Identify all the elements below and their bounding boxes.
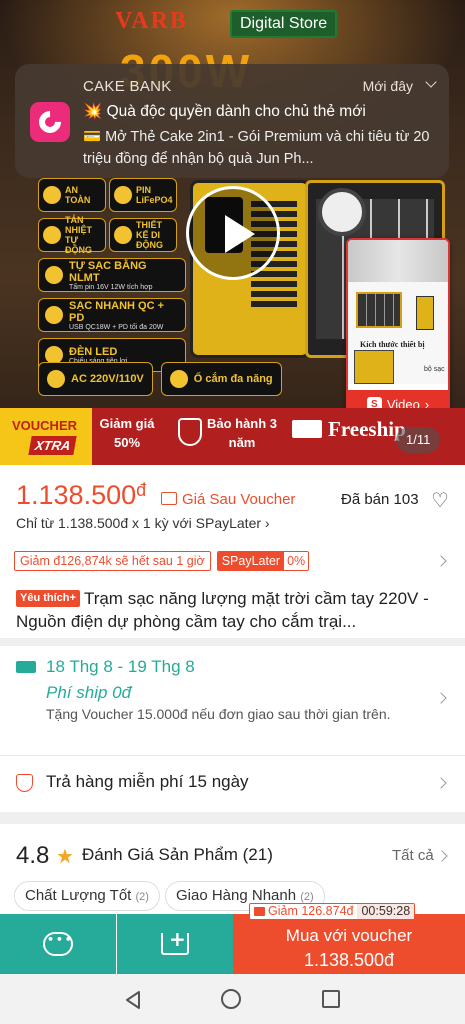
dimension-diagram: Kích thước thiết bị bộ sạc [348,282,448,384]
chevron-right-icon[interactable] [435,777,447,789]
feature-pill: AN TOÀN [38,178,106,212]
voucher-ticket-icon [161,492,177,505]
chat-button[interactable] [0,914,116,974]
review-filter-chip[interactable]: Chất Lượng Tốt (2) [14,881,160,911]
brand-logo: VARB [115,8,188,34]
home-icon[interactable] [221,989,241,1009]
star-icon: ★ [56,844,74,868]
shield-icon [43,186,61,204]
cart-plus-icon [161,927,189,955]
discount-tag: Giảm đ126,874k sẽ hết sau 1 giờ [14,551,211,571]
plug-icon [169,370,188,388]
ac-pill: AC 220V/110V [38,362,153,396]
promo-warranty: Bảo hành 3 năm [206,416,278,450]
add-to-cart-button[interactable] [117,914,233,974]
promo-freeship: Freeship [328,417,406,441]
voucher-countdown: Giảm 126.874đ 00:59:28 [249,903,416,920]
promo-tags[interactable]: Giảm đ126,874k sẽ hết sau 1 giờ SPayLate… [14,551,310,571]
meter-illustration [318,188,366,236]
installment-link[interactable]: Chỉ từ 1.138.500đ x 1 kỳ với SPayLater › [16,515,270,531]
shipping-note: Tặng Voucher 15.000đ nếu đơn giao sau th… [46,706,391,722]
free-return-row[interactable]: Trả hàng miễn phí 15 ngày [46,772,249,792]
countdown-timer: 00:59:28 [357,904,415,919]
feature-pill: THIẾT KẾ DI ĐỘNG [109,218,177,252]
favorite-plus-badge: Yêu thích+ [16,590,80,607]
rating-title: Đánh Giá Sản Phẩm (21) [82,845,273,864]
handle-icon [114,226,132,244]
see-all-reviews-link[interactable]: Tất cả [392,847,434,864]
rating-score: 4.8 [16,842,50,869]
ticket-icon [254,907,265,916]
system-nav-bar [0,974,465,1024]
lightning-icon [45,306,63,324]
push-notification[interactable]: CAKE BANK Mới đây 💥 Quà độc quyền dành c… [15,64,449,178]
product-detail-page: VARB Digital Store 300W AN TOÀNPIN LiFeP… [0,0,465,1024]
heart-icon[interactable]: ♡ [431,490,449,510]
feature-wide: TỰ SẠC BẰNG NLMT Tấm pin 16V 12W tích hợp [38,258,186,292]
shipping-date: 18 Thg 8 - 19 Thg 8 [46,657,195,676]
feature-list: AN TOÀN PIN LiFePO4 TẢN NHIỆT TỰ ĐỘNG THIẾ… [38,178,188,378]
battery-icon [114,186,132,204]
product-title: Yêu thích+ Trạm sạc năng lượng mặt trời c… [16,589,429,631]
chevron-right-icon[interactable] [435,692,447,704]
voucher-xtra-badge: VOUCHER XTRA [0,408,92,465]
notification-body: 💳 Mở Thẻ Cake 2in1 - Gói Premium và chi … [83,129,430,167]
chevron-right-icon[interactable] [436,850,448,862]
warranty-shield-icon [178,418,202,446]
product-price: 1.138.500đ [16,480,147,510]
feature-wide: SẠC NHANH QC + PD USB QC18W + PD tối đa 2… [38,298,186,332]
recent-apps-icon[interactable] [322,990,340,1008]
product-image-carousel[interactable]: VARB Digital Store 300W AN TOÀNPIN LiFeP… [0,0,465,465]
buy-with-voucher-button[interactable]: Mua với voucher 1.138.500đ [233,914,465,974]
sold-count: Đã bán 103 [341,491,419,508]
notification-title: 💥 Quà độc quyền dành cho chủ thẻ mới [83,103,366,120]
divider-line [0,755,465,756]
socket-pill: Ổ cắm đa năng [160,362,282,396]
chat-icon [43,932,73,956]
section-divider [0,812,465,824]
truck-icon [16,661,36,673]
play-video-button[interactable] [186,186,280,280]
chevron-right-icon[interactable] [435,555,447,567]
cake-app-icon [30,102,70,142]
notification-app-name: CAKE BANK [83,78,172,95]
notification-time: Mới đây [362,78,413,94]
return-shield-icon [16,774,33,792]
outlet-icon [47,370,65,388]
spaylater-tag: SPayLater 0% [216,551,310,571]
promo-discount: Giảm giá 50% [99,416,155,450]
solar-panel-icon [45,266,63,284]
fan-icon [43,226,61,244]
video-thumbnail-popup[interactable]: Kích thước thiết bị bộ sạc S Video › [346,238,450,420]
truck-icon [292,420,322,438]
shipping-fee: Phí ship 0đ [46,683,132,702]
feature-pill: TẢN NHIỆT TỰ ĐỘNG [38,215,106,255]
store-badge: Digital Store [230,10,338,38]
chevron-down-icon[interactable] [425,76,437,88]
ac-feature-row: AC 220V/110V Ổ cắm đa năng [38,362,282,396]
feature-pill: PIN LiFePO4 [109,178,177,212]
back-icon[interactable] [122,989,144,1011]
section-divider [0,638,465,646]
image-counter: 1/11 [396,427,441,453]
price-after-voucher-label: Giá Sau Voucher [182,491,296,508]
